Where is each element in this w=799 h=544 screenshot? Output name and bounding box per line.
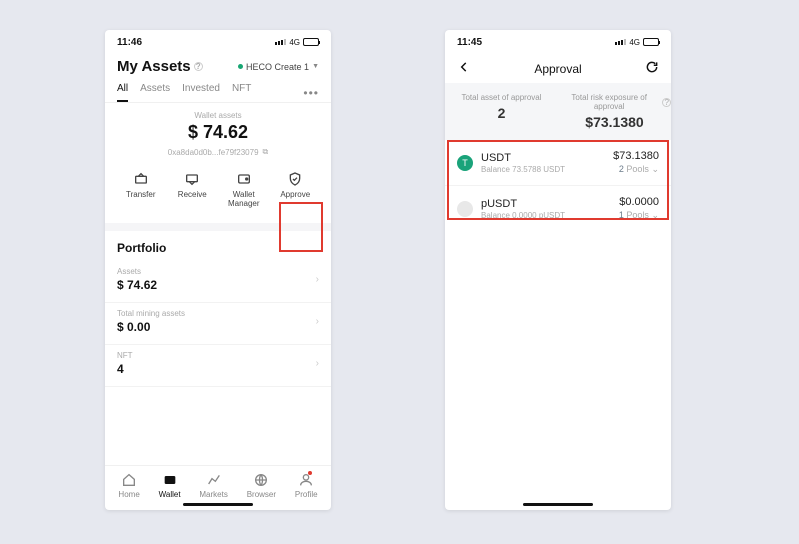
tab-invested[interactable]: Invested — [182, 83, 220, 102]
profile-icon — [298, 472, 314, 488]
network-selector[interactable]: HECO Create 1 ▼ — [238, 62, 319, 72]
battery-icon — [303, 38, 319, 46]
signal-icon — [275, 39, 286, 45]
phone-my-assets: 11:46 4G My Assets ? HECO Create 1 ▼ All… — [105, 30, 331, 510]
section-gap — [105, 223, 331, 231]
title-row: My Assets ? HECO Create 1 ▼ — [105, 54, 331, 77]
wallet-assets-label: Wallet assets — [105, 111, 331, 120]
approve-button[interactable]: Approve — [273, 171, 317, 209]
wallet-summary: Wallet assets $ 74.62 0xa8da0d0b...fe79f… — [105, 103, 331, 163]
status-bar: 11:45 4G — [445, 30, 671, 54]
network-type: 4G — [629, 38, 640, 47]
status-bar: 11:46 4G — [105, 30, 331, 54]
wallet-balance: $ 74.62 — [105, 122, 331, 143]
browser-icon — [253, 472, 269, 488]
bottom-nav: Home Wallet Markets Browser Profile — [105, 465, 331, 501]
token-balance: Balance 73.5788 USDT — [481, 165, 565, 174]
token-value: $0.0000 — [619, 196, 659, 208]
assets-label: Assets — [117, 267, 157, 276]
info-icon[interactable]: ? — [662, 98, 671, 107]
usdt-icon: T — [457, 155, 473, 171]
wallet-address: 0xa8da0d0b...fe79f23079 — [168, 148, 259, 157]
token-row-pusdt[interactable]: pUSDT Balance 0.0000 pUSDT $0.0000 1 Poo… — [445, 185, 671, 231]
wallet-manager-button[interactable]: Wallet Manager — [222, 171, 266, 209]
page-title: My Assets ? — [117, 58, 203, 75]
nft-label: NFT — [117, 351, 133, 360]
status-time: 11:45 — [457, 37, 482, 48]
token-pools: 1 Pools ⌄ — [619, 210, 659, 221]
summary-count-value: 2 — [445, 105, 558, 121]
shield-icon — [287, 171, 303, 187]
summary-risk: Total risk exposure of approval ? $73.13… — [558, 93, 671, 130]
pusdt-icon — [457, 201, 473, 217]
nav-profile[interactable]: Profile — [295, 472, 318, 499]
battery-icon — [643, 38, 659, 46]
status-time: 11:46 — [117, 37, 142, 48]
transfer-icon — [133, 171, 149, 187]
mining-value: $ 0.00 — [117, 320, 185, 334]
markets-icon — [206, 472, 222, 488]
network-name: HECO Create 1 — [246, 62, 309, 72]
token-name: pUSDT — [481, 198, 565, 210]
mining-label: Total mining assets — [117, 309, 185, 318]
portfolio-mining-row[interactable]: Total mining assets $ 0.00 › — [105, 303, 331, 345]
receive-icon — [184, 171, 200, 187]
token-pools: 2 Pools ⌄ — [613, 164, 659, 175]
info-icon[interactable]: ? — [194, 62, 203, 71]
action-row: Transfer Receive Wallet Manager Approve — [105, 163, 331, 223]
notification-dot — [308, 471, 312, 475]
wallet-nav-icon — [162, 472, 178, 488]
tab-assets[interactable]: Assets — [140, 83, 170, 102]
tab-nft[interactable]: NFT — [232, 83, 251, 102]
transfer-button[interactable]: Transfer — [119, 171, 163, 209]
refresh-button[interactable] — [645, 60, 659, 77]
nav-bar: Approval — [445, 54, 671, 83]
nft-value: 4 — [117, 362, 133, 376]
copy-icon[interactable]: ⧉ — [263, 147, 269, 157]
chevron-down-icon: ▼ — [312, 63, 319, 70]
portfolio-assets-row[interactable]: Assets $ 74.62 › — [105, 261, 331, 303]
nav-browser[interactable]: Browser — [247, 472, 276, 499]
tabs-row: All Assets Invested NFT ••• — [105, 77, 331, 103]
chevron-down-icon: ⌄ — [651, 164, 659, 174]
token-balance: Balance 0.0000 pUSDT — [481, 211, 565, 220]
token-row-usdt[interactable]: T USDT Balance 73.5788 USDT $73.1380 2 P… — [445, 140, 671, 185]
nav-markets[interactable]: Markets — [199, 472, 227, 499]
home-icon — [121, 472, 137, 488]
assets-value: $ 74.62 — [117, 278, 157, 292]
home-indicator — [183, 503, 253, 506]
token-value: $73.1380 — [613, 150, 659, 162]
token-list: T USDT Balance 73.5788 USDT $73.1380 2 P… — [445, 140, 671, 231]
nav-wallet[interactable]: Wallet — [159, 472, 181, 499]
portfolio-title: Portfolio — [105, 231, 331, 261]
back-button[interactable] — [457, 60, 471, 77]
phone-approval: 11:45 4G Approval Total asset of approva… — [445, 30, 671, 510]
token-name: USDT — [481, 152, 565, 164]
summary-risk-value: $73.1380 — [558, 114, 671, 130]
network-type: 4G — [289, 38, 300, 47]
summary-count: Total asset of approval 2 — [445, 93, 558, 130]
chevron-right-icon: › — [316, 358, 319, 369]
chevron-right-icon: › — [316, 316, 319, 327]
signal-icon — [615, 39, 626, 45]
status-right: 4G — [275, 38, 319, 47]
nav-home[interactable]: Home — [118, 472, 139, 499]
chevron-right-icon: › — [316, 274, 319, 285]
page-title: Approval — [534, 62, 581, 76]
tab-all[interactable]: All — [117, 83, 128, 102]
approval-summary: Total asset of approval 2 Total risk exp… — [445, 83, 671, 140]
summary-count-label: Total asset of approval — [445, 93, 558, 102]
more-icon[interactable]: ••• — [303, 86, 319, 100]
receive-button[interactable]: Receive — [170, 171, 214, 209]
status-right: 4G — [615, 38, 659, 47]
wallet-icon — [236, 171, 252, 187]
home-indicator — [523, 503, 593, 506]
portfolio-nft-row[interactable]: NFT 4 › — [105, 345, 331, 387]
chevron-down-icon: ⌄ — [651, 210, 659, 220]
network-status-dot — [238, 64, 243, 69]
summary-risk-label: Total risk exposure of approval — [558, 93, 660, 111]
